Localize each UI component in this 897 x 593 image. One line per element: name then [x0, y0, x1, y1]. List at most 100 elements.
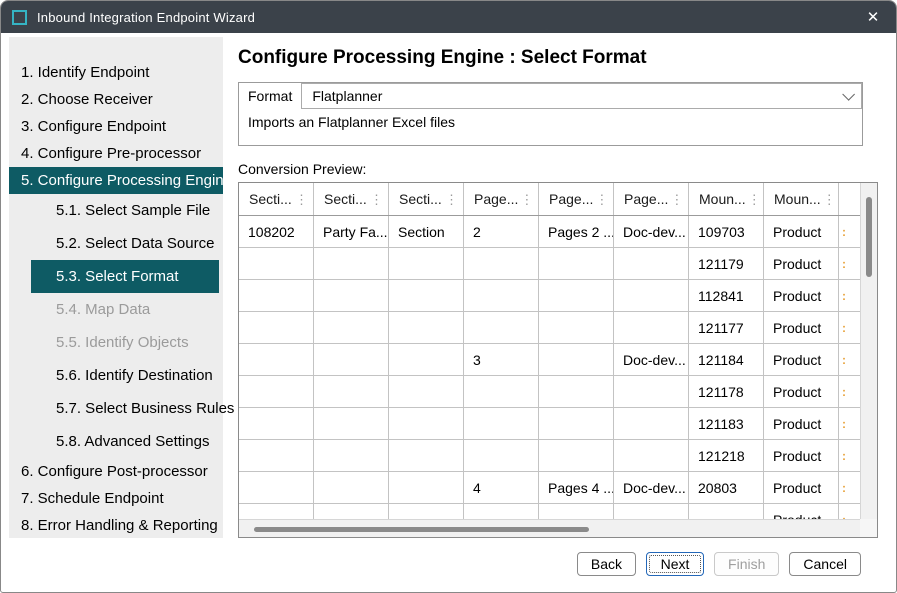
app-icon	[12, 10, 27, 25]
table-cell: 108202	[239, 216, 314, 247]
table-cell	[239, 280, 314, 311]
cancel-button[interactable]: Cancel	[789, 552, 861, 576]
table-row[interactable]: 121178Product:	[239, 376, 860, 408]
sidebar-step-15[interactable]: 7. Schedule Endpoint	[9, 485, 223, 512]
conversion-preview-label: Conversion Preview:	[238, 161, 896, 177]
sidebar-step-4[interactable]: 4. Configure Pre-processor	[9, 140, 223, 167]
table-cell: Section	[389, 216, 464, 247]
column-menu-icon[interactable]: ⋮	[518, 193, 533, 206]
format-dropdown[interactable]: Flatplanner	[301, 83, 862, 109]
table-cell	[614, 504, 689, 519]
table-cell: Doc-dev...	[614, 472, 689, 503]
sidebar-step-6[interactable]: 5.1. Select Sample File	[9, 194, 223, 227]
table-cell-truncated: :	[839, 312, 860, 343]
page-title: Configure Processing Engine : Select For…	[238, 47, 896, 69]
table-cell: 121183	[689, 408, 764, 439]
table-cell	[239, 344, 314, 375]
wizard-window: Inbound Integration Endpoint Wizard ✕ 1.…	[0, 0, 897, 593]
window-body: 1. Identify Endpoint2. Choose Receiver3.…	[1, 33, 896, 538]
table-cell: 2	[464, 216, 539, 247]
table-cell	[614, 248, 689, 279]
column-header-2[interactable]: Secti...⋮	[314, 183, 389, 215]
table-cell	[614, 280, 689, 311]
table-cell	[314, 312, 389, 343]
format-group: Format Flatplanner Imports an Flatplanne…	[238, 82, 863, 146]
table-row[interactable]: 121177Product:	[239, 312, 860, 344]
table-cell	[314, 344, 389, 375]
column-header-4[interactable]: Page...⋮	[464, 183, 539, 215]
table-cell: Product	[764, 344, 839, 375]
table-cell	[389, 504, 464, 519]
table-row[interactable]: 108202Party Fa...Section2Pages 2 ...Doc-…	[239, 216, 860, 248]
column-menu-icon[interactable]: ⋮	[593, 193, 608, 206]
horizontal-scrollbar-thumb[interactable]	[254, 527, 589, 532]
table-cell-truncated: :	[839, 376, 860, 407]
table-row[interactable]: 3Doc-dev...121184Product:	[239, 344, 860, 376]
sidebar-step-13[interactable]: 5.8. Advanced Settings	[9, 425, 223, 458]
table-cell	[389, 280, 464, 311]
grid-header-row: Secti...⋮Secti...⋮Secti...⋮Page...⋮Page.…	[239, 183, 860, 216]
table-cell	[539, 344, 614, 375]
table-cell	[239, 408, 314, 439]
table-cell	[464, 376, 539, 407]
table-row[interactable]: 4Pages 4 ...Doc-dev...20803Product:	[239, 472, 860, 504]
table-cell: 121218	[689, 440, 764, 471]
table-cell	[464, 248, 539, 279]
table-cell: Doc-dev...	[614, 216, 689, 247]
table-cell: Pages 4 ...	[539, 472, 614, 503]
sidebar-step-11[interactable]: 5.6. Identify Destination	[9, 359, 223, 392]
sidebar-step-14[interactable]: 6. Configure Post-processor	[9, 458, 223, 485]
column-header-3[interactable]: Secti...⋮	[389, 183, 464, 215]
vertical-scrollbar-thumb[interactable]	[866, 197, 872, 277]
table-row[interactable]: 112841Product:	[239, 280, 860, 312]
horizontal-scrollbar[interactable]	[239, 519, 860, 537]
vertical-scrollbar[interactable]	[860, 183, 877, 519]
column-menu-icon[interactable]: ⋮	[368, 193, 383, 206]
column-menu-icon[interactable]: ⋮	[668, 193, 683, 206]
sidebar-step-5[interactable]: 5. Configure Processing Engine	[9, 167, 223, 194]
sidebar-step-16[interactable]: 8. Error Handling & Reporting	[9, 512, 223, 539]
close-icon[interactable]: ✕	[862, 8, 884, 26]
table-cell-truncated: :	[839, 216, 860, 247]
table-cell-truncated: :	[839, 280, 860, 311]
titlebar[interactable]: Inbound Integration Endpoint Wizard ✕	[1, 1, 896, 33]
scrollbar-corner	[860, 519, 877, 537]
column-header-1[interactable]: Secti...⋮	[239, 183, 314, 215]
column-header-6[interactable]: Page...⋮	[614, 183, 689, 215]
column-menu-icon[interactable]: ⋮	[746, 193, 761, 206]
table-cell	[389, 472, 464, 503]
finish-button[interactable]: Finish	[714, 552, 779, 576]
next-button[interactable]: Next	[646, 552, 704, 576]
table-cell: Product	[764, 248, 839, 279]
sidebar-step-1[interactable]: 1. Identify Endpoint	[9, 59, 223, 86]
sidebar-step-7[interactable]: 5.2. Select Data Source	[9, 227, 223, 260]
sidebar-step-3[interactable]: 3. Configure Endpoint	[9, 113, 223, 140]
table-cell	[239, 504, 314, 519]
table-row[interactable]: Product:	[239, 504, 860, 519]
chevron-down-icon	[842, 88, 855, 101]
table-cell: 121179	[689, 248, 764, 279]
table-cell	[389, 408, 464, 439]
column-menu-icon[interactable]: ⋮	[443, 193, 458, 206]
back-button[interactable]: Back	[577, 552, 636, 576]
table-row[interactable]: 121183Product:	[239, 408, 860, 440]
column-header-5[interactable]: Page...⋮	[539, 183, 614, 215]
sidebar-step-12[interactable]: 5.7. Select Business Rules	[9, 392, 223, 425]
table-cell	[314, 472, 389, 503]
column-header-partial	[839, 183, 860, 215]
format-description: Imports an Flatplanner Excel files	[239, 109, 862, 135]
column-menu-icon[interactable]: ⋮	[293, 193, 308, 206]
table-cell	[239, 248, 314, 279]
table-cell	[539, 440, 614, 471]
table-cell	[239, 472, 314, 503]
column-header-7[interactable]: Moun...⋮	[689, 183, 764, 215]
table-cell: 109703	[689, 216, 764, 247]
table-cell	[539, 312, 614, 343]
table-row[interactable]: 121179Product:	[239, 248, 860, 280]
sidebar-step-8[interactable]: 5.3. Select Format	[31, 260, 219, 293]
column-menu-icon[interactable]: ⋮	[821, 193, 836, 206]
table-row[interactable]: 121218Product:	[239, 440, 860, 472]
table-cell	[539, 376, 614, 407]
sidebar-step-2[interactable]: 2. Choose Receiver	[9, 86, 223, 113]
column-header-8[interactable]: Moun...⋮	[764, 183, 839, 215]
